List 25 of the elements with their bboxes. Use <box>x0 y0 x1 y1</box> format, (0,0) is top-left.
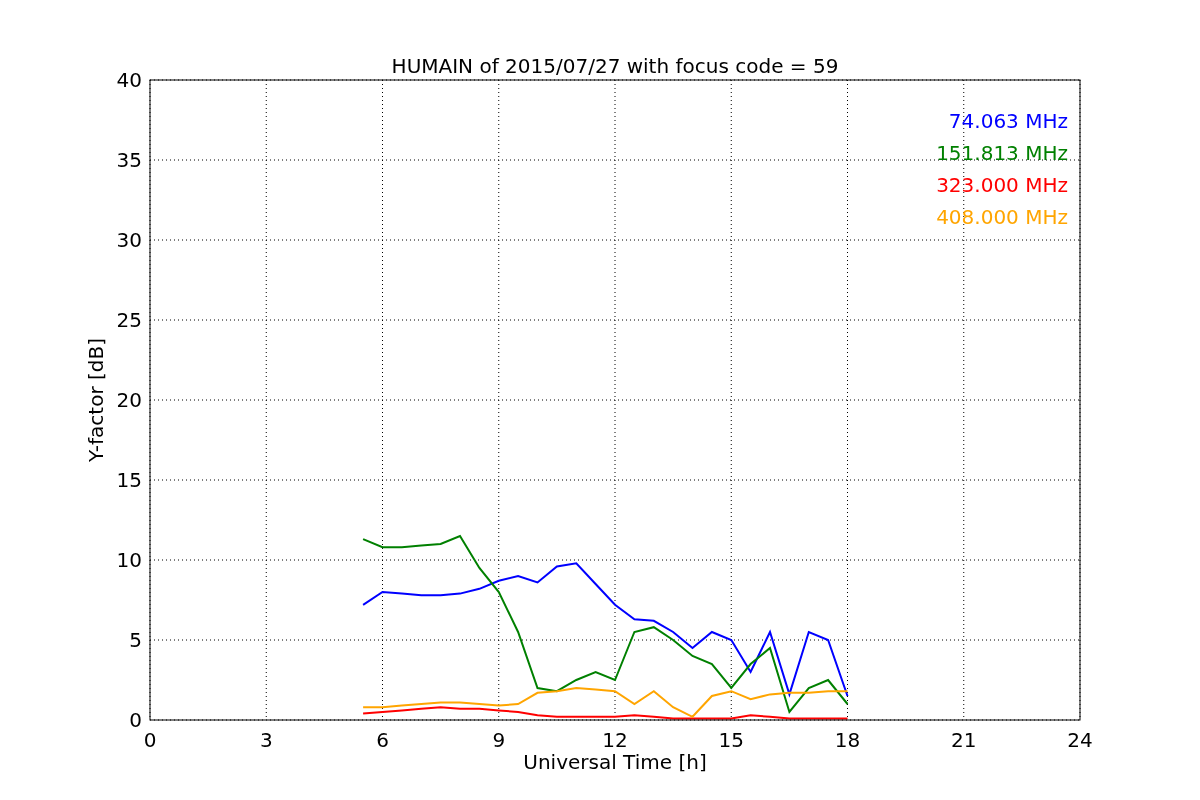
tick-label: 15 <box>718 728 744 752</box>
legend-label: 74.063 MHz <box>948 109 1068 133</box>
tick-label: 6 <box>376 728 389 752</box>
tick-label: 0 <box>129 708 142 732</box>
tick-label: 9 <box>492 728 506 752</box>
tick-label: 15 <box>116 468 142 492</box>
tick-label: 35 <box>116 148 142 172</box>
tick-label: 20 <box>116 388 142 412</box>
tick-label: 40 <box>116 68 142 92</box>
chart-title: HUMAIN of 2015/07/27 with focus code = 59 <box>391 54 839 78</box>
x-axis-label: Universal Time [h] <box>523 750 707 774</box>
tick-label: 24 <box>1067 728 1093 752</box>
tick-label: 10 <box>116 548 142 572</box>
legend-label: 151.813 MHz <box>936 141 1068 165</box>
legend-label: 408.000 MHz <box>936 205 1068 229</box>
tick-label: 12 <box>602 728 628 752</box>
legend-label: 323.000 MHz <box>936 173 1068 197</box>
tick-label: 25 <box>116 308 142 332</box>
tick-label: 3 <box>259 728 273 752</box>
tick-label: 18 <box>834 728 861 752</box>
tick-label: 5 <box>129 628 142 652</box>
tick-label: 21 <box>951 728 977 752</box>
tick-label: 0 <box>143 728 157 752</box>
tick-label: 30 <box>116 228 142 252</box>
y-axis-label: Y-factor [dB] <box>84 338 108 462</box>
